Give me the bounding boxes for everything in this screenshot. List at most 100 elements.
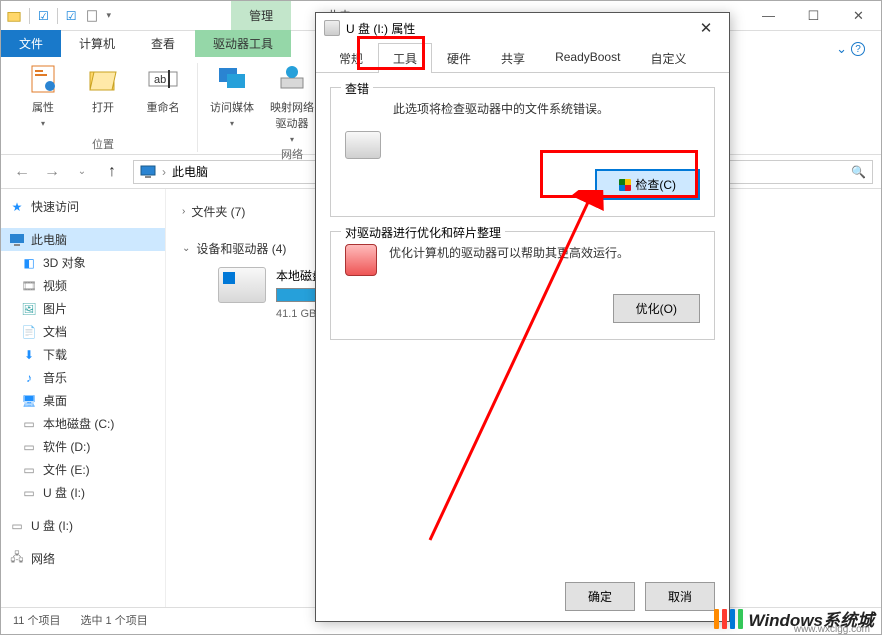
group-label: 对驱动器进行优化和碎片整理	[341, 224, 505, 241]
drive-icon	[218, 267, 266, 303]
document-icon: 📄	[21, 324, 37, 340]
status-items: 11 个项目	[13, 612, 60, 628]
ribbon-label: 访问媒体	[210, 99, 254, 115]
sidebar-item-quick[interactable]: ★快速访问	[1, 195, 165, 218]
back-button[interactable]: ←	[9, 159, 35, 185]
watermark-logo	[714, 609, 743, 629]
nav-sidebar: ★快速访问 此电脑 ◧3D 对象 🎞视频 🖼图片 📄文档 ⬇下载 ♪音乐 🖥桌面…	[1, 189, 166, 607]
map-network-button[interactable]: 映射网络 驱动器 ▾	[268, 63, 316, 144]
tab-drivetools[interactable]: 驱动器工具	[195, 30, 291, 57]
separator	[57, 8, 58, 24]
group-label: 查错	[341, 80, 373, 97]
optimize-group: 对驱动器进行优化和碎片整理 优化计算机的驱动器可以帮助其更高效运行。 优化(O)	[330, 231, 715, 340]
sidebar-item-3dobjects[interactable]: ◧3D 对象	[1, 251, 165, 274]
chevron-down-icon: ⌄	[182, 243, 190, 254]
open-button[interactable]: 打开	[79, 63, 127, 134]
maximize-button[interactable]: ☐	[791, 2, 836, 30]
tab-custom[interactable]: 自定义	[635, 43, 701, 73]
tab-sharing[interactable]: 共享	[486, 43, 540, 73]
tab-file[interactable]: 文件	[1, 30, 61, 57]
separator	[29, 8, 30, 24]
sidebar-item-music[interactable]: ♪音乐	[1, 366, 165, 389]
cancel-button[interactable]: 取消	[645, 582, 715, 611]
sidebar-item-network[interactable]: 🖧网络	[1, 547, 165, 570]
ribbon-group-location: 属性 ▾ 打开 ab 重命名 位置	[9, 63, 198, 152]
group-label: 位置	[92, 136, 114, 152]
tab-tools[interactable]: 工具	[378, 43, 432, 73]
check-desc: 此选项将检查驱动器中的文件系统错误。	[393, 100, 700, 117]
tab-readyboost[interactable]: ReadyBoost	[540, 43, 635, 73]
video-icon: 🎞	[21, 278, 37, 294]
minimize-button[interactable]: —	[746, 2, 791, 30]
properties-icon	[27, 63, 59, 95]
close-button[interactable]: ✕	[836, 2, 881, 30]
sidebar-item-disk-i-root[interactable]: ▭U 盘 (I:)	[1, 514, 165, 537]
tab-view[interactable]: 查看	[133, 30, 193, 57]
drive-icon: ▭	[21, 439, 37, 455]
access-media-button[interactable]: 访问媒体 ▾	[208, 63, 256, 144]
sidebar-item-videos[interactable]: 🎞视频	[1, 274, 165, 297]
folder-icon	[7, 9, 21, 23]
rename-button[interactable]: ab 重命名	[139, 63, 187, 134]
dialog-body: 查错 此选项将检查驱动器中的文件系统错误。 检查(C) 对驱动器进行优化和碎片整…	[316, 73, 729, 368]
dialog-close-button[interactable]: ✕	[691, 19, 721, 37]
dialog-titlebar: U 盘 (I:) 属性 ✕	[316, 13, 729, 43]
usb-icon: ▭	[21, 485, 37, 501]
dropdown-arrow-icon: ▾	[230, 119, 234, 128]
ribbon-label: 映射网络 驱动器	[270, 99, 314, 131]
cube-icon: ◧	[21, 255, 37, 271]
optimize-desc: 优化计算机的驱动器可以帮助其更高效运行。	[389, 244, 700, 261]
pc-icon	[140, 164, 156, 180]
properties-button[interactable]: 属性 ▾	[19, 63, 67, 134]
sidebar-item-disk-c[interactable]: ▭本地磁盘 (C:)	[1, 412, 165, 435]
sidebar-item-pictures[interactable]: 🖼图片	[1, 297, 165, 320]
search-icon: 🔍	[851, 165, 866, 179]
address-text: 此电脑	[172, 163, 208, 180]
drive-icon: ▭	[21, 462, 37, 478]
qat-check2[interactable]: ☑	[66, 9, 77, 23]
qat-check1[interactable]: ☑	[38, 9, 49, 23]
drive-icon	[324, 20, 340, 36]
help-button[interactable]: ⌄ ?	[836, 41, 865, 57]
dialog-footer: 确定 取消	[565, 582, 715, 611]
qat: ☑ ☑ ▾	[1, 8, 111, 24]
sidebar-item-desktop[interactable]: 🖥桌面	[1, 389, 165, 412]
up-button[interactable]: ↑	[99, 159, 125, 185]
optimize-icon	[345, 244, 377, 276]
drive-icon	[345, 131, 381, 159]
check-errors-group: 查错 此选项将检查驱动器中的文件系统错误。 检查(C)	[330, 87, 715, 217]
media-icon	[216, 63, 248, 95]
dialog-title: U 盘 (I:) 属性	[346, 20, 415, 37]
recent-dropdown[interactable]: ⌄	[69, 159, 95, 185]
rename-icon: ab	[147, 63, 179, 95]
tab-general[interactable]: 常规	[324, 43, 378, 73]
optimize-button[interactable]: 优化(O)	[613, 294, 700, 323]
sidebar-item-downloads[interactable]: ⬇下载	[1, 343, 165, 366]
tab-hardware[interactable]: 硬件	[432, 43, 486, 73]
chevron-right-icon: ›	[182, 206, 185, 217]
dropdown-arrow-icon: ▾	[41, 119, 45, 128]
music-icon: ♪	[21, 370, 37, 386]
sidebar-item-thispc[interactable]: 此电脑	[1, 228, 165, 251]
svg-text:ab: ab	[154, 74, 166, 86]
status-selected: 选中 1 个项目	[80, 612, 147, 628]
open-icon	[87, 63, 119, 95]
sidebar-item-disk-i[interactable]: ▭U 盘 (I:)	[1, 481, 165, 504]
drive-icon: ▭	[21, 416, 37, 432]
tab-computer[interactable]: 计算机	[61, 30, 133, 57]
check-button[interactable]: 检查(C)	[595, 169, 700, 200]
sidebar-item-disk-d[interactable]: ▭软件 (D:)	[1, 435, 165, 458]
ribbon-label: 属性	[32, 99, 54, 115]
watermark-url: www.wxclgg.com	[794, 624, 870, 635]
sidebar-item-disk-e[interactable]: ▭文件 (E:)	[1, 458, 165, 481]
network-icon: 🖧	[9, 551, 25, 567]
properties-dialog: U 盘 (I:) 属性 ✕ 常规 工具 硬件 共享 ReadyBoost 自定义…	[315, 12, 730, 622]
ribbon-label: 重命名	[147, 99, 180, 115]
forward-button[interactable]: →	[39, 159, 65, 185]
sidebar-item-documents[interactable]: 📄文档	[1, 320, 165, 343]
ok-button[interactable]: 确定	[565, 582, 635, 611]
manage-context-tab[interactable]: 管理	[231, 1, 291, 30]
map-drive-icon	[276, 63, 308, 95]
picture-icon: 🖼	[21, 301, 37, 317]
paste-icon[interactable]	[85, 9, 99, 23]
